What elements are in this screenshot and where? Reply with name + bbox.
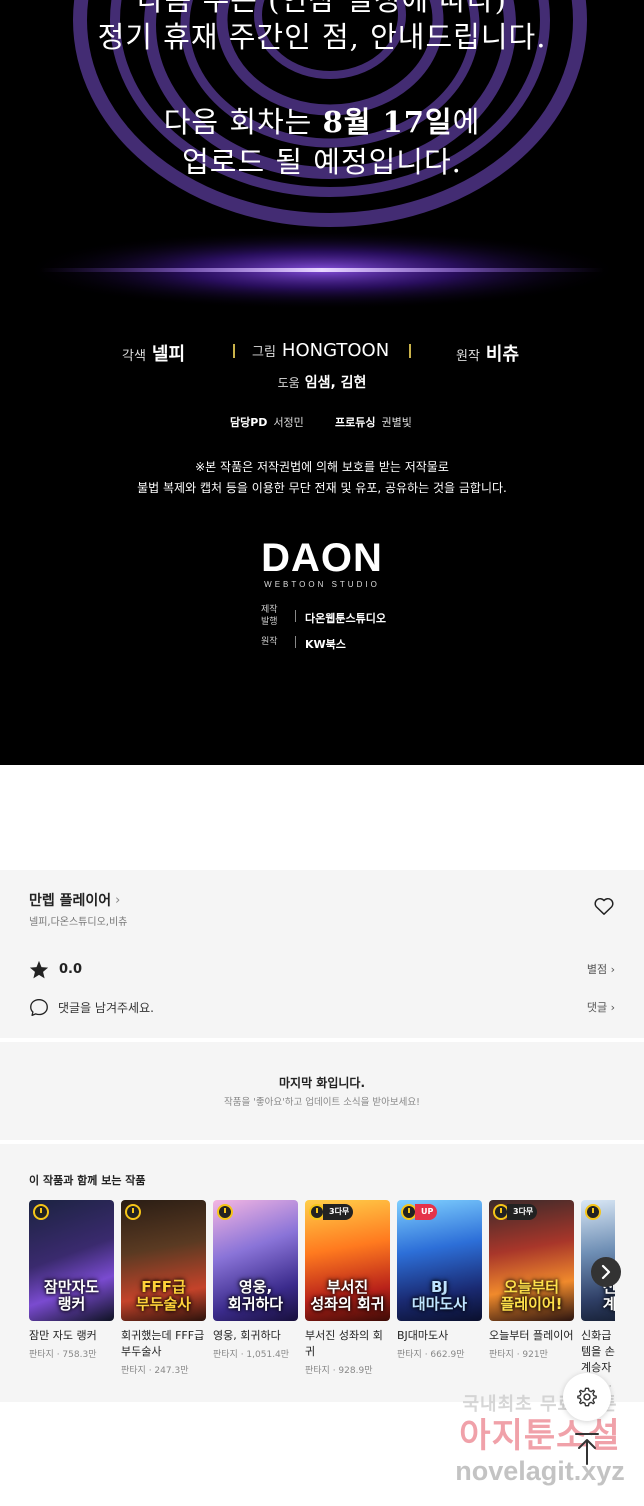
rec-badge: 3다무: [323, 1204, 354, 1220]
notice-next-date-line: 다음 회차는 8월 17일에: [163, 105, 481, 139]
credits-row: 각색 넬피 그림 HONGTOON 원작 비츄: [0, 340, 644, 370]
staff-pd: 담당PD 서정민: [230, 416, 304, 429]
last-episode-banner: 마지막 화입니다. 작품을 '좋아요'하고 업데이트 소식을 받아보세요!: [0, 1042, 644, 1140]
rec-badge-up: UP: [415, 1204, 438, 1220]
rec-badge: 3다무: [507, 1204, 538, 1220]
rec-cover: 3다무 오늘부터 플레이어!: [489, 1200, 574, 1321]
rec-meta: 판타지 · 921만: [489, 1350, 548, 1360]
rec-cover: 잠만자도 랭커: [29, 1200, 114, 1321]
rec-card[interactable]: 신화급 계승자 신화급 귀속 아이템을 손에 넣었다 계승자 판타지 ·: [581, 1200, 615, 1392]
scroll-to-top-icon[interactable]: [570, 1430, 604, 1470]
rec-title: 부서진 성좌의 회귀: [305, 1329, 383, 1358]
rec-meta: 판타지 · 928.9만: [305, 1366, 373, 1376]
rec-title: 영웅, 회귀하다: [213, 1329, 281, 1342]
carousel-next-button[interactable]: [591, 1257, 621, 1287]
rec-meta: 판타지 · 758.3만: [29, 1350, 97, 1360]
rec-title: 신화급 귀속 아이템을 손에 넣었다 계승자: [581, 1329, 615, 1374]
credit-divider: [233, 344, 235, 358]
last-episode-subtitle: 작품을 '좋아요'하고 업데이트 소식을 받아보세요!: [224, 1097, 420, 1108]
rec-cover: FFF급 부두술사: [121, 1200, 206, 1321]
rec-card[interactable]: 3다무 오늘부터 플레이어! 오늘부터 플레이어 판타지 · 921만: [489, 1200, 574, 1360]
rec-title: 오늘부터 플레이어: [489, 1329, 574, 1342]
notice-upload-line: 업로드 될 예정입니다.: [182, 145, 462, 179]
rec-title: BJ대마도사: [397, 1329, 449, 1342]
staff-producing: 프로듀싱 권별빛: [335, 416, 412, 429]
credit-divider: [409, 344, 411, 358]
purple-glow-line: [22, 230, 622, 310]
rating-value: 0.0: [59, 961, 83, 977]
series-info-panel: 만렙 플레이어 › 넬피,다온스튜디오,비츄 0.0 별점 › 댓글을 남겨주세…: [0, 870, 644, 1038]
rec-cover: UP BJ 대마도사: [397, 1200, 482, 1321]
gear-icon: [577, 1387, 597, 1407]
comment-link[interactable]: 댓글 ›: [587, 999, 615, 1015]
heart-icon[interactable]: [593, 896, 615, 916]
last-episode-title: 마지막 화입니다.: [278, 1076, 366, 1090]
wait-free-clock-icon: [217, 1204, 233, 1220]
site-watermark: 국내최초 무료 웹툰 아지툰소설 novelagit.xyz: [455, 1394, 625, 1486]
rec-meta: 판타지 · 662.9만: [397, 1350, 465, 1360]
rec-cover: 영웅, 회귀하다: [213, 1200, 298, 1321]
recommendations-carousel[interactable]: 잠만자도 랭커 잠만 자도 랭커 판타지 · 758.3만 FFF급 부두술사 …: [29, 1200, 615, 1400]
rating-link[interactable]: 별점 ›: [587, 961, 615, 977]
comment-row: 댓글을 남겨주세요. 댓글 ›: [29, 996, 615, 1018]
comment-input-prompt[interactable]: 댓글을 남겨주세요.: [58, 999, 154, 1016]
speech-bubble-icon: [30, 998, 48, 1016]
rec-card[interactable]: 영웅, 회귀하다 영웅, 회귀하다 판타지 · 1,051.4만: [213, 1200, 298, 1360]
episode-end-artwork: 다음 주는 (연참 일정에 따라) 정기 휴재 주간인 점, 안내드립니다. 다…: [0, 0, 644, 765]
next-episode-date: 8월 17일: [322, 105, 453, 139]
rec-meta: 판타지 · 1,051.4만: [213, 1350, 290, 1360]
wait-free-clock-icon: [125, 1204, 141, 1220]
settings-button[interactable]: [563, 1373, 611, 1421]
star-icon: [29, 960, 49, 978]
credit-assist: 도움 임샘, 김현: [277, 375, 367, 391]
series-title: 만렙 플레이어: [29, 893, 112, 909]
credit-original: 원작 비츄: [456, 344, 520, 365]
rec-title: 회귀했는데 FFF급 부두술사: [121, 1329, 205, 1358]
rating-row: 0.0 별점 ›: [29, 958, 615, 980]
series-title-link[interactable]: 만렙 플레이어 ›: [29, 890, 120, 910]
notice-hiatus-line: 정기 휴재 주간인 점, 안내드립니다.: [97, 20, 547, 54]
credit-adaptation: 각색 넬피: [122, 344, 186, 365]
wait-free-clock-icon: [585, 1204, 601, 1220]
chevron-right-icon: [601, 1264, 611, 1280]
credit-art: 그림 HONGTOON: [252, 340, 390, 361]
rec-title: 잠만 자도 랭커: [29, 1329, 97, 1342]
rec-card[interactable]: FFF급 부두술사 회귀했는데 FFF급 부두술사 판타지 · 247.3만: [121, 1200, 206, 1376]
rec-card[interactable]: 잠만자도 랭커 잠만 자도 랭커 판타지 · 758.3만: [29, 1200, 114, 1360]
copyright-notice: ※본 작품은 저작권법에 의해 보호를 받는 저작물로 불법 복제와 캡처 등을…: [137, 460, 507, 495]
wait-free-clock-icon: [33, 1204, 49, 1220]
rec-meta: 판타지 · 247.3만: [121, 1366, 189, 1376]
rec-card[interactable]: UP BJ 대마도사 BJ대마도사 판타지 · 662.9만: [397, 1200, 482, 1360]
chevron-right-icon: ›: [115, 892, 121, 908]
series-authors: 넬피,다온스튜디오,비츄: [29, 917, 128, 928]
recommendations-section: 이 작품과 함께 보는 작품 잠만자도 랭커 잠만 자도 랭커 판타지 · 75…: [0, 1144, 644, 1402]
rec-card[interactable]: 3다무 부서진 성좌의 회귀 부서진 성좌의 회귀 판타지 · 928.9만: [305, 1200, 390, 1376]
rec-cover: 3다무 부서진 성좌의 회귀: [305, 1200, 390, 1321]
recommendations-heading: 이 작품과 함께 보는 작품: [29, 1174, 146, 1187]
daon-studio-logo: DAON WEBTOON STUDIO: [261, 536, 383, 589]
